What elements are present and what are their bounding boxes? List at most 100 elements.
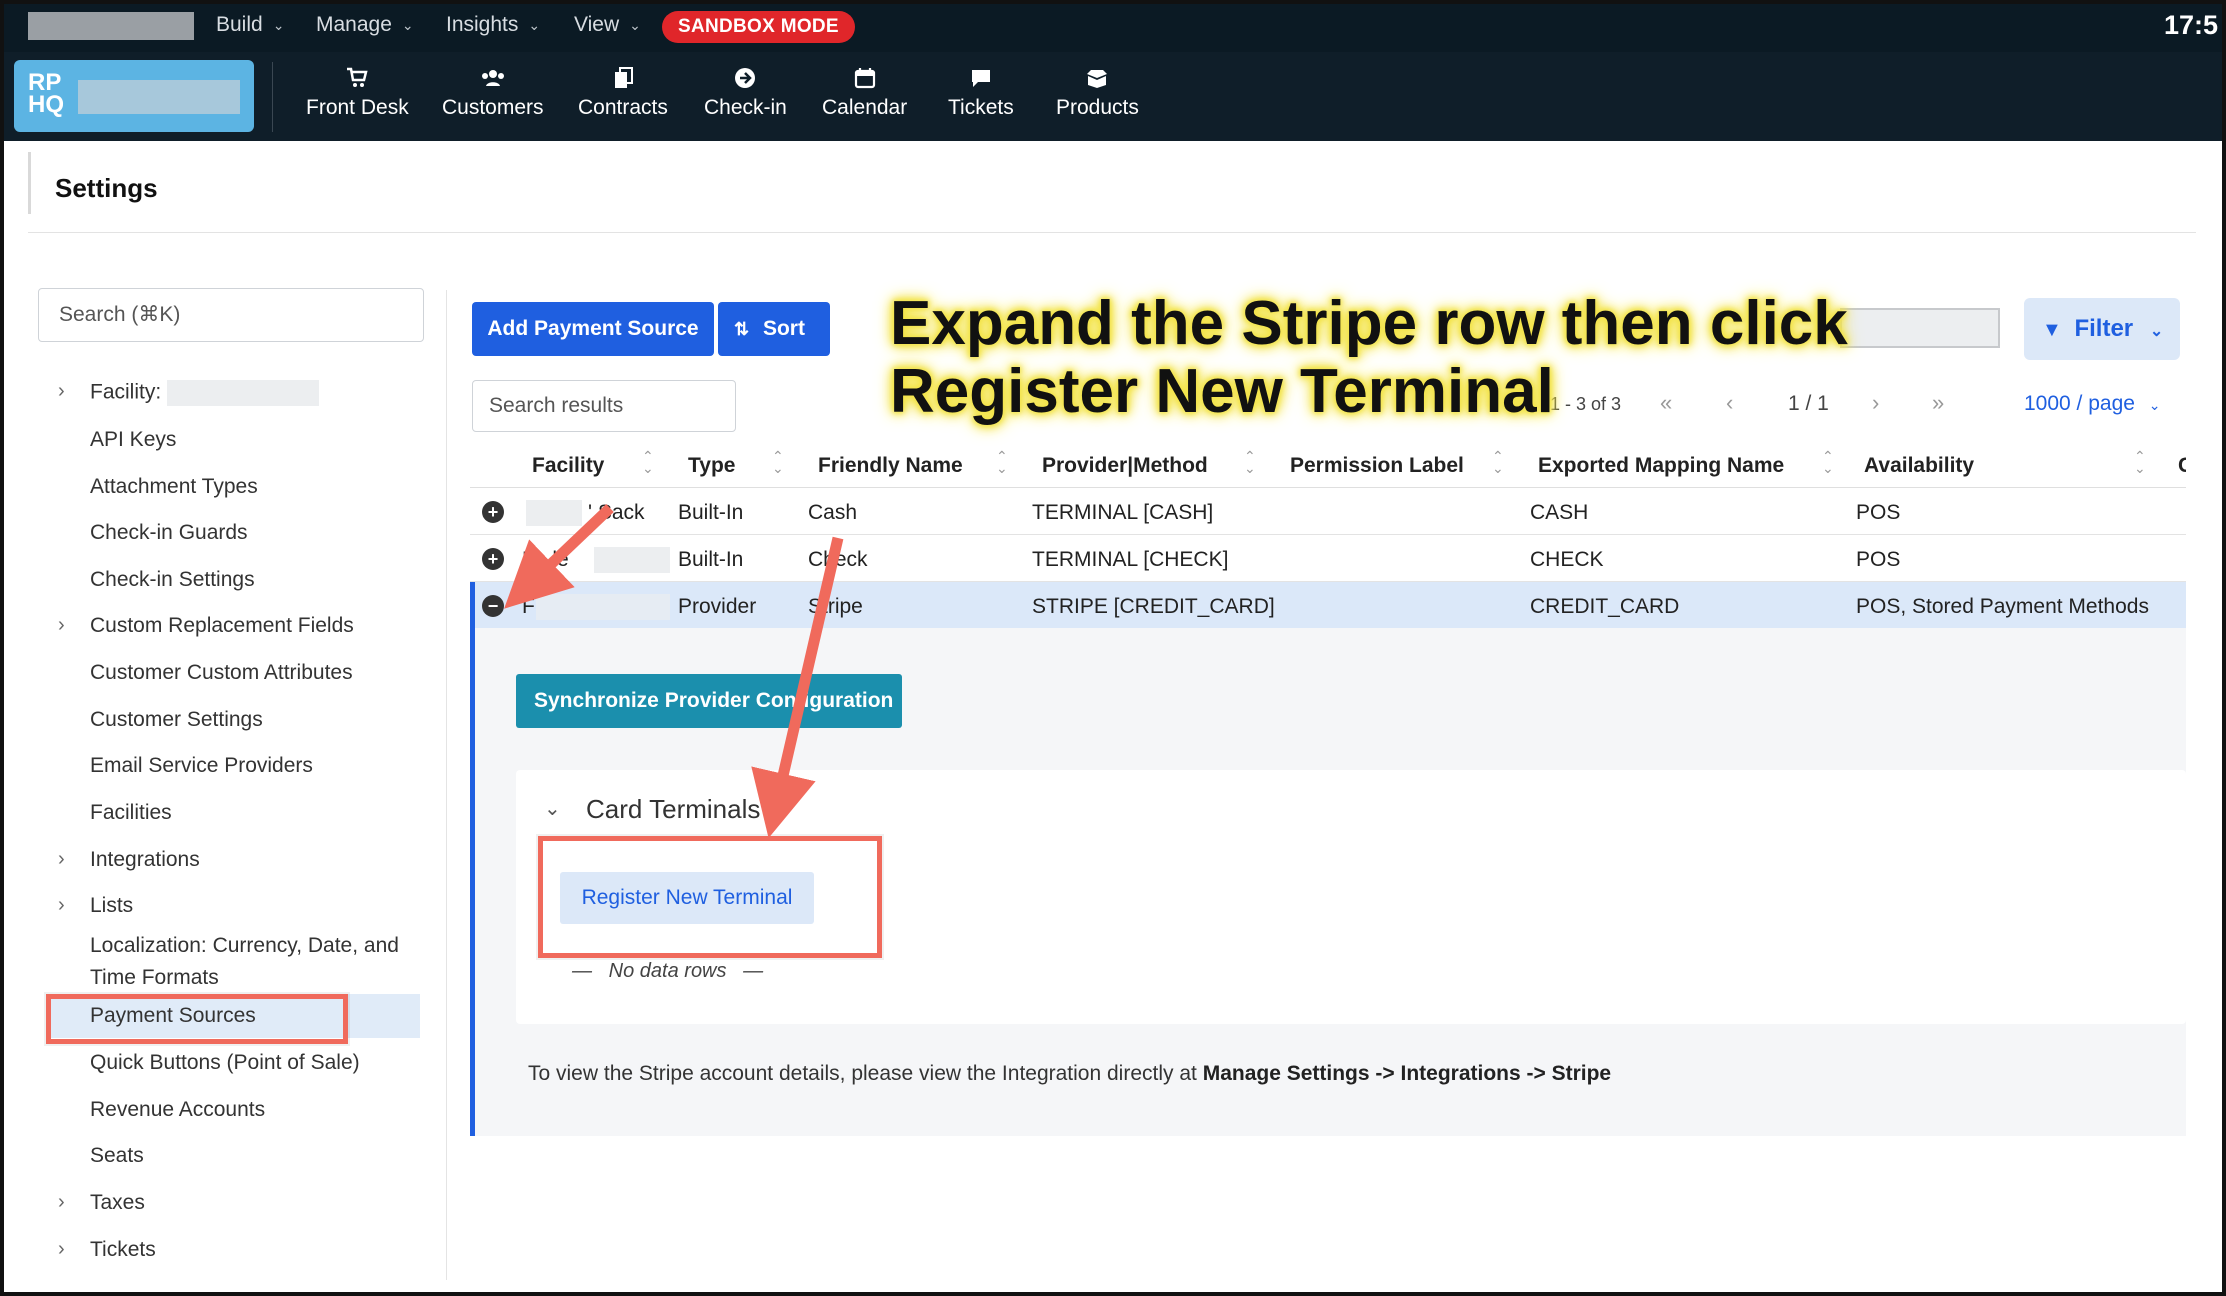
sort-button[interactable]: ⇅ Sort [718, 302, 830, 356]
chevron-down-icon: ⌄ [2148, 397, 2161, 413]
table-row-selected[interactable]: − F Provider Stripe STRIPE [CREDIT_CARD]… [470, 582, 2186, 630]
info-path: Manage Settings -> Integrations -> Strip… [1202, 1062, 1612, 1085]
sort-toggle-icon[interactable]: ⌃ ⌄ [772, 449, 784, 475]
sidebar-item-integrations[interactable]: Integrations [90, 848, 200, 872]
per-page-select[interactable]: 1000 / page ⌄ [2024, 392, 2161, 416]
clock: 17:5 [2164, 10, 2219, 40]
sidebar-item-facility[interactable]: Facility: [90, 380, 320, 406]
sort-toggle-icon[interactable]: ⌃ ⌄ [2134, 449, 2146, 475]
sort-toggle-icon[interactable]: ⌃ ⌄ [1822, 449, 1834, 475]
cell-provider-method: TERMINAL [CASH] [1032, 501, 1214, 524]
collapse-row-icon[interactable]: − [482, 595, 504, 617]
col-exported-mapping-name[interactable]: Exported Mapping Name [1538, 454, 1784, 478]
sort-toggle-icon[interactable]: ⌃ ⌄ [642, 449, 654, 475]
nav-products[interactable]: Products [1056, 66, 1139, 120]
sidebar-item-lists[interactable]: Lists [90, 894, 133, 918]
no-data-message: — No data rows — [572, 960, 763, 983]
sidebar-item-seats[interactable]: Seats [90, 1144, 144, 1168]
add-payment-source-button[interactable]: Add Payment Source [472, 302, 714, 356]
last-page-icon[interactable]: » [1932, 390, 1944, 416]
sidebar-item-tickets[interactable]: Tickets [90, 1238, 156, 1262]
sidebar-item-email-service-providers[interactable]: Email Service Providers [90, 754, 313, 778]
chevron-right-icon[interactable]: › [58, 894, 65, 917]
annotation-line-2: Register New Terminal [890, 357, 1554, 426]
chevron-right-icon[interactable]: › [58, 1238, 65, 1261]
cell-availability: POS [1856, 501, 1901, 524]
nav-label: Products [1056, 96, 1139, 119]
info-prefix: To view the Stripe account details, plea… [528, 1062, 1203, 1085]
redacted-facility [594, 547, 670, 573]
sidebar-item-customer-custom-attributes[interactable]: Customer Custom Attributes [90, 661, 353, 685]
col-permission-label[interactable]: Permission Label [1290, 454, 1464, 478]
box-icon [1087, 70, 1108, 88]
sidebar-item-localization-cont[interactable]: Time Formats [90, 966, 219, 990]
sidebar-search-input[interactable]: Search (⌘K) [38, 288, 424, 342]
filter-button[interactable]: ▼ Filter ⌄ [2024, 298, 2180, 360]
cell-type: Built-In [678, 548, 744, 571]
card-terminals-title[interactable]: Card Terminals [586, 794, 760, 825]
dash-right: — [726, 960, 764, 982]
row-selected-indicator [470, 582, 475, 630]
menu-insights[interactable]: Insights ⌄ [446, 13, 540, 37]
brand-logo[interactable]: RP HQ [14, 60, 254, 132]
search-results-input[interactable]: Search results [472, 380, 736, 432]
nav-label: Tickets [948, 96, 1014, 119]
sidebar-item-api-keys[interactable]: API Keys [90, 428, 176, 452]
menu-build-label: Build [216, 13, 263, 36]
cell-type: Provider [678, 595, 757, 618]
sidebar-item-revenue-accounts[interactable]: Revenue Accounts [90, 1098, 265, 1122]
col-provider-method[interactable]: Provider|Method [1042, 454, 1208, 478]
expand-row-icon[interactable]: + [482, 501, 504, 523]
highlight-box-register-terminal [538, 836, 882, 958]
redacted-field [1840, 308, 2000, 348]
sidebar-item-check-in-guards[interactable]: Check-in Guards [90, 521, 248, 545]
menu-manage[interactable]: Manage ⌄ [316, 13, 414, 37]
sidebar-item-taxes[interactable]: Taxes [90, 1191, 145, 1215]
expand-row-icon[interactable]: + [482, 548, 504, 570]
nav-tickets[interactable]: Tickets [948, 66, 1014, 120]
sidebar-item-customer-settings[interactable]: Customer Settings [90, 708, 263, 732]
menu-build[interactable]: Build ⌄ [216, 13, 284, 37]
col-facility[interactable]: Facility [532, 454, 604, 478]
nav-front-desk[interactable]: Front Desk [306, 66, 409, 120]
nav-calendar[interactable]: Calendar [822, 66, 907, 120]
nav-contracts[interactable]: Contracts [578, 66, 668, 120]
col-availability[interactable]: Availability [1864, 454, 1974, 478]
synchronize-provider-button[interactable]: Synchronize Provider Configuration [516, 674, 902, 728]
sidebar-item-check-in-settings[interactable]: Check-in Settings [90, 568, 255, 592]
chevron-down-icon[interactable]: ⌄ [544, 796, 561, 821]
col-friendly-name[interactable]: Friendly Name [818, 454, 963, 478]
calendar-icon [854, 68, 875, 89]
sidebar-item-quick-buttons[interactable]: Quick Buttons (Point of Sale) [90, 1051, 360, 1075]
cell-friendly-name: Cash [808, 501, 858, 524]
chevron-down-icon: ⌄ [272, 16, 285, 33]
sidebar-item-facilities[interactable]: Facilities [90, 801, 172, 825]
next-page-icon[interactable]: › [1872, 390, 1879, 416]
highlight-box-payment-sources [46, 994, 348, 1044]
redacted-org-logo [28, 12, 194, 40]
menu-view[interactable]: View ⌄ [574, 13, 641, 37]
top-menubar: Build ⌄ Manage ⌄ Insights ⌄ View ⌄ SANDBOX M… [0, 0, 2226, 52]
sort-toggle-icon[interactable]: ⌃ ⌄ [996, 449, 1008, 475]
col-type[interactable]: Type [688, 454, 735, 478]
sidebar-item-localization[interactable]: Localization: Currency, Date, and [90, 934, 399, 958]
per-page-label: 1000 / page [2024, 392, 2135, 415]
table-row[interactable]: + Fo le Built-In Check TERMINAL [CHECK] … [470, 535, 2186, 582]
table-row[interactable]: + ' Sack Built-In Cash TERMINAL [CASH] C… [470, 488, 2186, 535]
sidebar-item-attachment-types[interactable]: Attachment Types [90, 475, 258, 499]
cell-provider-method: STRIPE [CREDIT_CARD] [1032, 595, 1275, 618]
nav-customers[interactable]: Customers [442, 66, 544, 120]
chevron-right-icon[interactable]: › [58, 380, 65, 403]
chevron-right-icon[interactable]: › [58, 1191, 65, 1214]
redacted-facility-name [167, 380, 320, 406]
chevron-right-icon[interactable]: › [58, 614, 65, 637]
nav-check-in[interactable]: Check-in [704, 66, 787, 120]
sort-toggle-icon[interactable]: ⌃ ⌄ [1492, 449, 1504, 475]
sidebar-item-custom-replacement-fields[interactable]: Custom Replacement Fields [90, 614, 354, 638]
sort-toggle-icon[interactable]: ⌃ ⌄ [1244, 449, 1256, 475]
redacted-facility [536, 594, 670, 620]
menu-view-label: View [574, 13, 620, 36]
no-data-label: No data rows [608, 960, 727, 982]
chevron-right-icon[interactable]: › [58, 848, 65, 871]
col-truncated[interactable]: C [2178, 454, 2186, 478]
